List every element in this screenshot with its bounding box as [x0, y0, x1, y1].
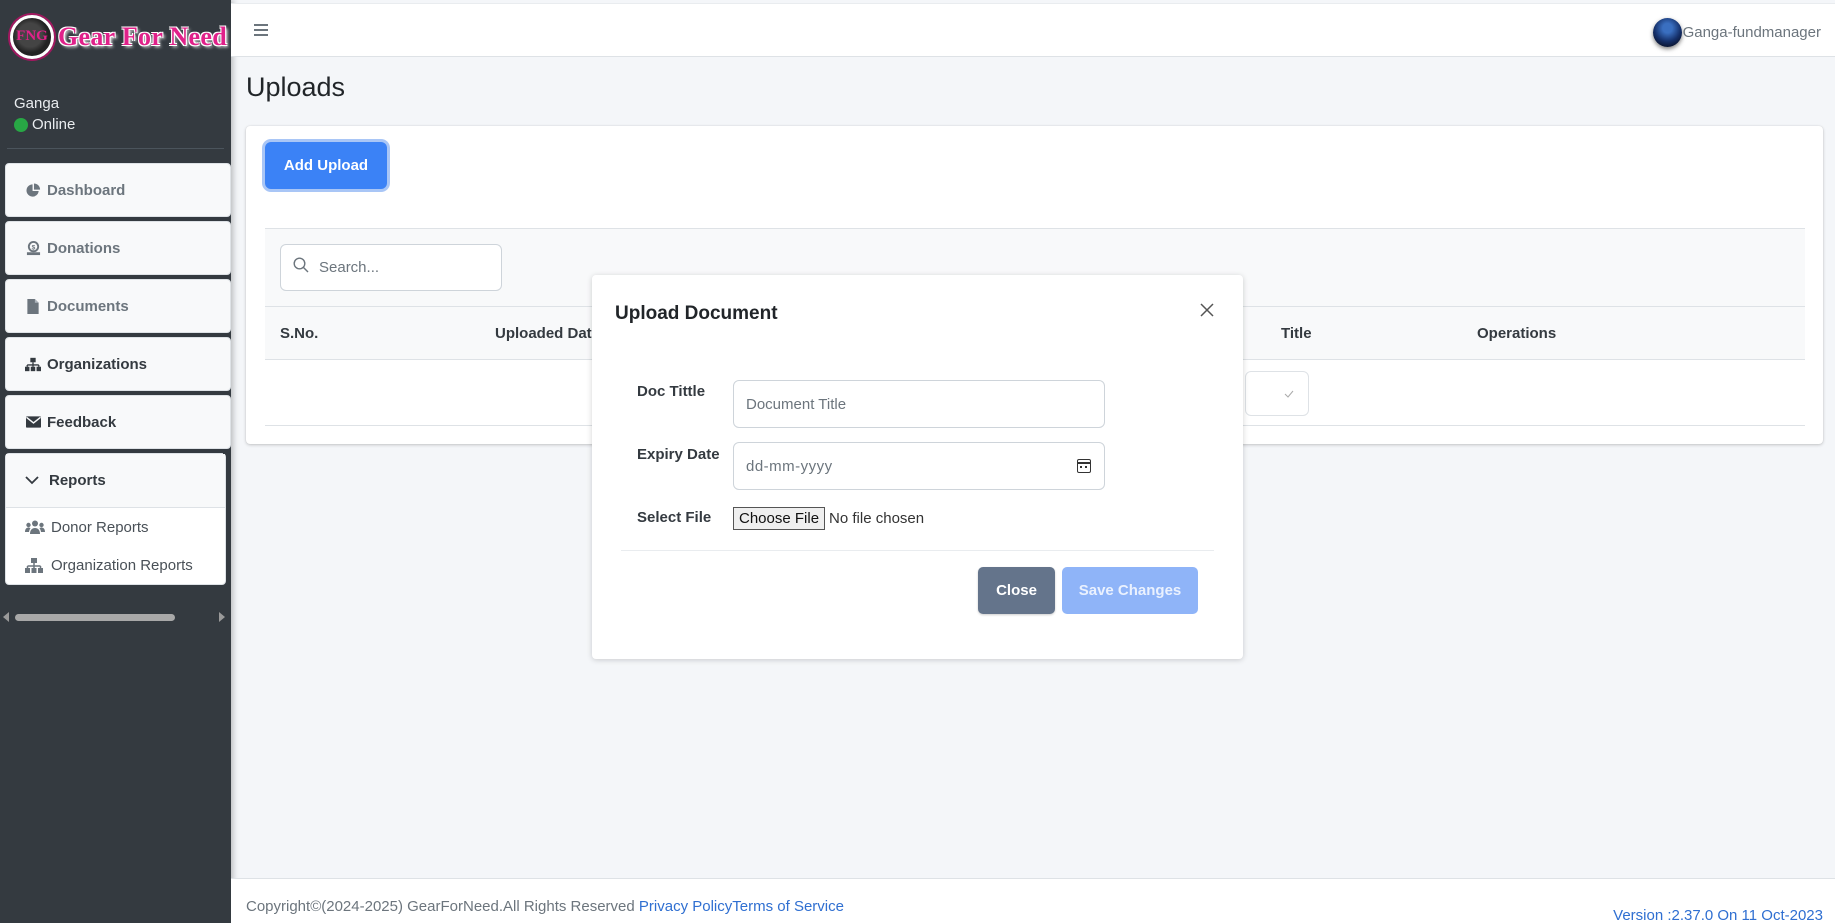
sidebar-item-label: Donations: [47, 239, 121, 257]
search-input[interactable]: [319, 259, 489, 276]
online-status-icon: [14, 117, 28, 132]
sidebar-item-label: Dashboard: [47, 181, 126, 199]
modal-footer-divider: [621, 550, 1214, 551]
select-file-label: Select File: [637, 509, 712, 526]
upload-document-modal: Upload Document Doc Tittle Expiry Date d…: [592, 275, 1243, 659]
pie-chart-icon: [25, 182, 41, 198]
sidebar-subitem-donor-reports[interactable]: Donor Reports: [6, 508, 225, 546]
sidebar-menu: Dashboard $ Donations Documents Organiza…: [5, 163, 231, 585]
sidebar-item-label: Organizations: [47, 355, 148, 373]
version-info: Version :2.37.0 On 11 Oct-2023: [1613, 907, 1823, 923]
expiry-date-placeholder: dd-mm-yyyy: [746, 457, 833, 475]
scrollbar-thumb[interactable]: [15, 613, 175, 621]
column-filter-select[interactable]: [1245, 371, 1309, 416]
sidebar-subitem-organization-reports[interactable]: Organization Reports: [6, 546, 225, 584]
file-icon: [25, 298, 41, 314]
page-title: Uploads: [246, 72, 346, 102]
sidebar-item-donations[interactable]: $ Donations: [5, 221, 231, 280]
footer: Copyright©(2024-2025) GearForNeed.All Ri…: [231, 878, 1835, 923]
footer-copyright: Copyright©(2024-2025) GearForNeed.All Ri…: [246, 898, 844, 915]
sidebar-item-reports[interactable]: Reports: [6, 454, 225, 508]
sidebar-item-dashboard[interactable]: Dashboard: [5, 163, 231, 222]
sidebar-item-label: Reports: [49, 472, 106, 489]
sidebar-item-organizations[interactable]: Organizations: [5, 337, 231, 396]
sitemap-icon: [25, 356, 41, 372]
add-upload-button[interactable]: Add Upload: [265, 142, 387, 189]
doc-title-input[interactable]: [733, 380, 1105, 428]
users-icon: [25, 520, 45, 534]
modal-title: Upload Document: [615, 303, 778, 324]
sidebar-item-documents[interactable]: Documents: [5, 279, 231, 338]
column-header-uploaded-date[interactable]: Uploaded Dat: [495, 325, 592, 342]
top-navbar: Ganga-fundmanager: [231, 3, 1835, 57]
brand-name: Gear For Need: [58, 21, 228, 51]
doc-title-label: Doc Tittle: [637, 383, 706, 400]
sidebar-subitem-label: Donor Reports: [51, 518, 149, 536]
check-icon: [1284, 387, 1294, 401]
expiry-date-input[interactable]: dd-mm-yyyy: [733, 442, 1105, 490]
terms-of-service-link[interactable]: Terms of Service: [732, 898, 844, 915]
brand-logo: FNG: [10, 14, 54, 59]
save-changes-button[interactable]: Save Changes: [1062, 567, 1198, 614]
envelope-icon: [25, 414, 41, 430]
copyright-text: Copyright©(2024-2025) GearForNeed.All Ri…: [246, 898, 639, 915]
avatar: [1652, 18, 1682, 47]
user-menu-name: Ganga-fundmanager: [1682, 24, 1821, 41]
sidebar: FNG Gear For Need Ganga Online Dashboard…: [0, 0, 231, 923]
sidebar-item-feedback[interactable]: Feedback: [5, 395, 231, 454]
column-header-sno[interactable]: S.No.: [280, 325, 318, 342]
chevron-down-icon: [25, 476, 41, 485]
scroll-right-arrow-icon[interactable]: [219, 612, 225, 622]
scroll-left-arrow-icon[interactable]: [3, 612, 9, 622]
sidebar-group-reports: Reports Donor Reports Organization Repor…: [5, 453, 226, 585]
search-icon: [293, 257, 309, 278]
column-header-title[interactable]: Title: [1281, 325, 1312, 342]
file-input: Choose File No file chosen: [733, 507, 924, 530]
brand-link[interactable]: FNG Gear For Need: [0, 0, 231, 73]
sitemap-icon: [25, 557, 45, 573]
user-menu[interactable]: Ganga-fundmanager: [1652, 18, 1821, 47]
user-status: Online: [14, 116, 210, 133]
choose-file-button[interactable]: Choose File: [733, 507, 826, 530]
column-header-operations[interactable]: Operations: [1477, 325, 1556, 342]
sidebar-subitem-label: Organization Reports: [51, 556, 193, 574]
svg-text:$: $: [31, 244, 35, 251]
calendar-icon[interactable]: [1077, 459, 1091, 473]
file-status: No file chosen: [829, 510, 925, 527]
search-box: [280, 244, 502, 291]
close-button[interactable]: Close: [978, 567, 1055, 614]
sidebar-item-label: Documents: [47, 297, 129, 315]
expiry-date-label: Expiry Date: [637, 446, 720, 463]
hamburger-icon[interactable]: [254, 24, 268, 39]
user-status-label: Online: [32, 116, 76, 133]
user-name: Ganga: [14, 95, 60, 112]
user-panel: Ganga Online: [7, 73, 224, 149]
close-icon[interactable]: [1199, 302, 1217, 320]
privacy-policy-link[interactable]: Privacy Policy: [639, 898, 732, 915]
sidebar-horizontal-scrollbar[interactable]: [0, 610, 231, 624]
donation-icon: $: [25, 240, 41, 256]
sidebar-item-label: Feedback: [47, 413, 117, 431]
